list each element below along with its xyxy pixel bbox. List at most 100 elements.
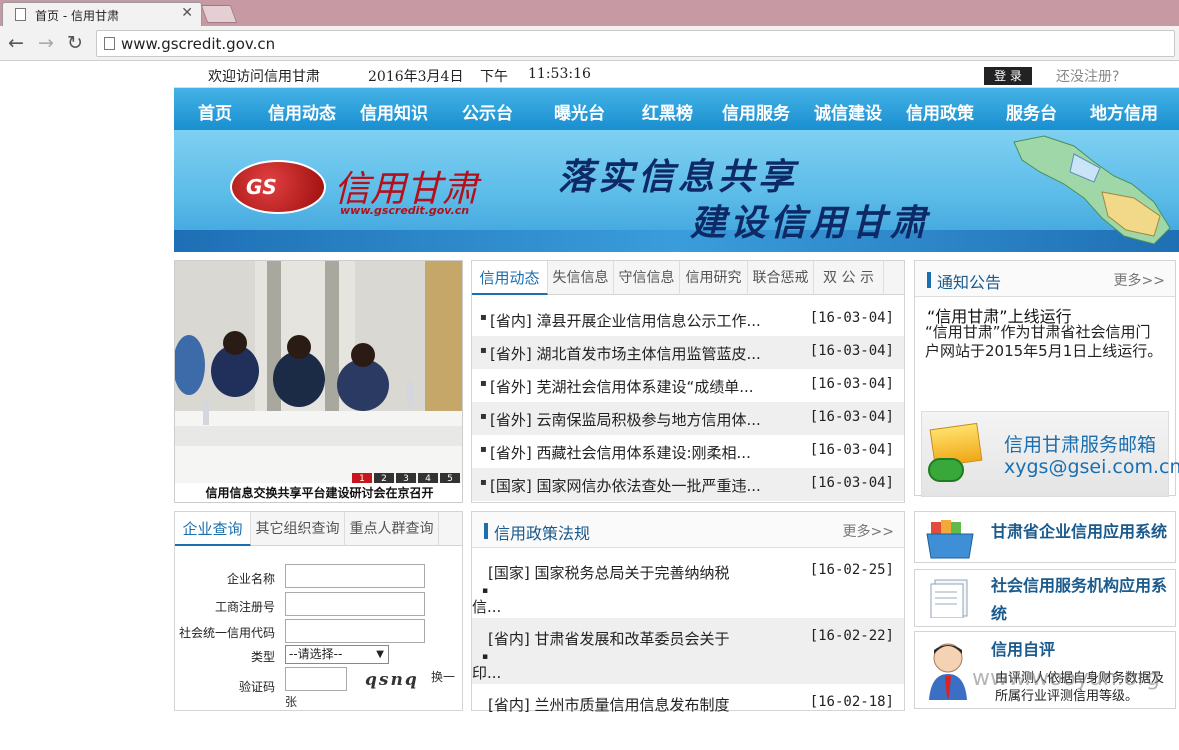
- site-logo-url: www.gscredit.gov.cn: [340, 204, 470, 217]
- tab-enterprise-query[interactable]: 企业查询: [175, 512, 251, 546]
- nav-local-credit[interactable]: 地方信用: [1090, 99, 1158, 124]
- meeting-photo: [175, 261, 462, 483]
- notice-title: 通知公告: [937, 273, 1002, 292]
- notice-header: 通知公告 更多>>: [915, 261, 1175, 297]
- header-bar: [484, 523, 488, 539]
- tab-key-group-query[interactable]: 重点人群查询: [345, 512, 439, 546]
- policy-header: 信用政策法规 更多>>: [472, 512, 904, 548]
- banner-slogan-2: 建设信用甘肃: [690, 202, 931, 244]
- tab-joint-punishment[interactable]: 联合惩戒: [748, 261, 814, 295]
- query-tabs: 企业查询 其它组织查询 重点人群查询: [175, 512, 462, 546]
- policy-item[interactable]: [省内] 兰州市质量信用信息发布制度 [16-02-18]: [472, 684, 904, 750]
- browser-tabstrip: 首页 - 信用甘肃 ✕: [0, 0, 1179, 26]
- address-url: www.gscredit.gov.cn: [121, 35, 276, 53]
- policy-item[interactable]: [省内] 甘肃省发展和改革委员会关于 [16-02-22] ▪ 印...: [472, 618, 904, 684]
- address-bar[interactable]: www.gscredit.gov.cn: [96, 30, 1175, 57]
- login-button[interactable]: 登 录: [984, 67, 1032, 85]
- site-container: 欢迎访问信用甘肃 2016年3月4日 下午 11:53:16 登 录 还没注册?…: [174, 61, 1179, 714]
- tab-dishonesty[interactable]: 失信信息: [548, 261, 614, 295]
- browser-tab-title: 首页 - 信用甘肃: [35, 9, 119, 23]
- system-title[interactable]: 社会信用服务机构应用系: [991, 572, 1167, 600]
- photo-caption[interactable]: 信用信息交换共享平台建设研讨会在京召开: [175, 483, 462, 502]
- refresh-captcha-link[interactable]: 换一: [431, 668, 455, 685]
- site-logo-emblem: GS: [230, 160, 326, 214]
- tab-credit-news[interactable]: 信用动态: [472, 261, 548, 295]
- nav-credit-policy[interactable]: 信用政策: [906, 99, 974, 124]
- folder-icon: [926, 520, 974, 559]
- credit-code-input[interactable]: [285, 619, 425, 643]
- refresh-captcha-link-wrap[interactable]: 张: [285, 693, 297, 710]
- captcha-image: qsnq: [365, 670, 419, 690]
- nav-integrity[interactable]: 诚信建设: [814, 99, 882, 124]
- policy-panel: 信用政策法规 更多>> [国家] 国家税务总局关于完善纳纳税 [16-02-25]…: [471, 511, 905, 714]
- type-select[interactable]: --请选择-- ▼: [285, 645, 389, 664]
- label-registration-no: 工商注册号: [214, 600, 275, 614]
- tab-double-publicity[interactable]: 双 公 示: [814, 261, 884, 295]
- page-icon: [104, 37, 115, 50]
- label-type: 类型: [250, 650, 275, 664]
- reload-icon[interactable]: ↻: [63, 31, 87, 55]
- forward-icon[interactable]: →: [34, 31, 58, 55]
- ampm-text: 下午: [480, 69, 508, 85]
- logo-abbr: GS: [246, 175, 277, 199]
- date-text: 2016年3月4日: [368, 69, 464, 85]
- system-title-cont[interactable]: 统: [991, 600, 1007, 628]
- enterprise-credit-system-link[interactable]: 甘肃省企业信用应用系统: [914, 511, 1176, 563]
- tab-credit-research[interactable]: 信用研究: [680, 261, 748, 295]
- label-captcha: 验证码: [238, 680, 275, 694]
- notice-panel: 通知公告 更多>> “信用甘肃”上线运行 “信用甘肃”作为甘肃省社会信用门户网站…: [914, 260, 1179, 497]
- news-item[interactable]: ▪ [省外] 西藏社会信用体系建设:刚柔相... [16-03-04]: [472, 435, 904, 468]
- service-agency-system-link[interactable]: 社会信用服务机构应用系 统: [914, 569, 1176, 627]
- banner-slogan-1: 落实信息共享: [558, 156, 799, 198]
- arrow-icon: [928, 458, 964, 482]
- news-tabs: 信用动态 失信信息 守信信息 信用研究 联合惩戒 双 公 示: [472, 261, 904, 295]
- policy-more-link[interactable]: 更多>>: [843, 521, 894, 541]
- person-icon: [929, 643, 967, 700]
- chevron-down-icon: ▼: [376, 649, 384, 660]
- nav-credit-service[interactable]: 信用服务: [722, 99, 790, 124]
- captcha-input[interactable]: [285, 667, 347, 691]
- browser-toolbar: ← → ↻ www.gscredit.gov.cn: [0, 26, 1179, 61]
- gansu-map-icon: [1013, 135, 1171, 245]
- news-item[interactable]: ▪ [省外] 湖北首发市场主体信用监管蓝皮... [16-03-04]: [472, 336, 904, 369]
- tab-other-org-query[interactable]: 其它组织查询: [251, 512, 345, 546]
- label-company-name: 企业名称: [226, 572, 275, 586]
- mailbox-title: 信用甘肃服务邮箱: [1004, 434, 1157, 456]
- document-icon: [930, 579, 968, 618]
- back-icon[interactable]: ←: [4, 31, 28, 55]
- time-text: 11:53:16: [528, 66, 591, 82]
- news-item[interactable]: ▪ [国家] 国家网信办依法查处一批严重违... [16-03-04]: [472, 468, 904, 501]
- register-link[interactable]: 还没注册?: [1056, 66, 1119, 86]
- policy-item[interactable]: [国家] 国家税务总局关于完善纳纳税 [16-02-25] ▪ 信...: [472, 552, 904, 618]
- policy-title: 信用政策法规: [494, 524, 591, 543]
- close-tab-icon[interactable]: ✕: [181, 5, 193, 21]
- main-navigation: 首页 信用动态 信用知识 公示台 曝光台 红黑榜 信用服务 诚信建设 信用政策 …: [174, 88, 1179, 130]
- nav-home[interactable]: 首页: [198, 99, 232, 124]
- label-credit-code: 社会统一信用代码: [178, 626, 275, 640]
- system-title[interactable]: 甘肃省企业信用应用系统: [991, 518, 1167, 546]
- page-icon: [15, 8, 26, 21]
- browser-tab-active[interactable]: 首页 - 信用甘肃 ✕: [2, 2, 202, 26]
- new-tab-button[interactable]: [200, 5, 238, 23]
- self-assessment-title[interactable]: 信用自评: [991, 636, 1055, 664]
- nav-red-black-list[interactable]: 红黑榜: [642, 99, 693, 124]
- service-mailbox-banner[interactable]: 信用甘肃服务邮箱 xygs@gsei.com.cn: [921, 411, 1179, 497]
- news-item[interactable]: ▪ [省外] 云南保监局积极参与地方信用体... [16-03-04]: [472, 402, 904, 435]
- news-panel: 信用动态 失信信息 守信信息 信用研究 联合惩戒 双 公 示 ▪ [省内] 漳县开…: [471, 260, 905, 503]
- top-info-bar: 欢迎访问信用甘肃 2016年3月4日 下午 11:53:16 登 录 还没注册?: [174, 61, 1179, 88]
- nav-credit-knowledge[interactable]: 信用知识: [360, 99, 428, 124]
- news-photo-slider[interactable]: 12345 信用信息交换共享平台建设研讨会在京召开: [174, 260, 463, 503]
- notice-more-link[interactable]: 更多>>: [1114, 270, 1165, 290]
- news-item[interactable]: ▪ [省内] 漳县开展企业信用信息公示工作... [16-03-04]: [472, 303, 904, 336]
- nav-service-desk[interactable]: 服务台: [1006, 99, 1057, 124]
- nav-credit-news[interactable]: 信用动态: [268, 99, 336, 124]
- news-item[interactable]: ▪ [省外] 芜湖社会信用体系建设“成绩单... [16-03-04]: [472, 369, 904, 402]
- company-name-input[interactable]: [285, 564, 425, 588]
- registration-no-input[interactable]: [285, 592, 425, 616]
- nav-publicity[interactable]: 公示台: [462, 99, 513, 124]
- tab-trustworthy[interactable]: 守信信息: [614, 261, 680, 295]
- watermark-text: www.wooyun.org: [972, 666, 1160, 691]
- nav-exposure[interactable]: 曝光台: [554, 99, 605, 124]
- header-bar: [927, 272, 931, 288]
- query-panel: 企业查询 其它组织查询 重点人群查询 企业名称 工商注册号 社会统一信用代码 类…: [174, 511, 463, 711]
